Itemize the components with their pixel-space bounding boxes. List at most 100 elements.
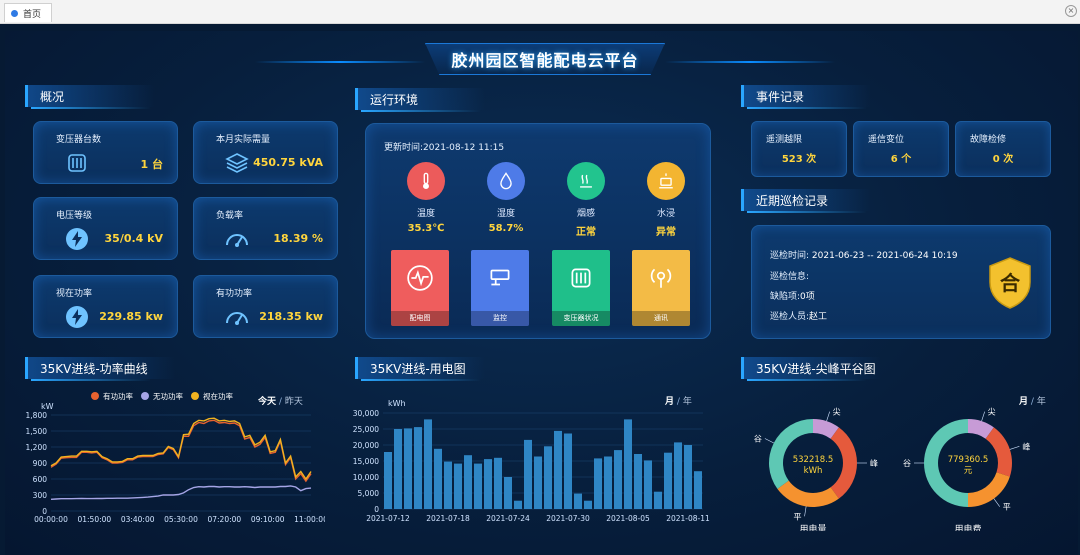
bar [464, 455, 472, 509]
overview-card-label: 变压器台数 [56, 135, 102, 145]
y-axis-label: kW [41, 402, 54, 411]
bar [624, 419, 632, 509]
overview-card-value: 229.85 kw [99, 310, 163, 323]
env-updated-time: 更新时间:2021-08-12 11:15 [384, 143, 505, 153]
bar [434, 448, 442, 509]
overview-card: 本月实际需量 450.75 kVA [193, 121, 338, 184]
bar [644, 460, 652, 509]
y-tick-label: 30,000 [353, 409, 379, 418]
y-tick-label: 20,000 [353, 441, 379, 450]
close-icon[interactable]: × [1065, 5, 1077, 17]
bar [454, 463, 462, 509]
pie-leader-line [764, 438, 774, 444]
overview-card-label: 视在功率 [56, 289, 93, 299]
event-label: 遥信变位 [868, 135, 905, 145]
bar [484, 459, 492, 509]
tile-label: 变压器状况 [552, 311, 610, 326]
overview-card: 电压等级 35/0.4 kV [33, 197, 178, 260]
inspection-time: 巡检时间: 2021-06-23 -- 2021-06-24 10:19 [770, 248, 958, 261]
overview-card: 负载率 18.39 % [193, 197, 338, 260]
overview-card-value: 18.39 % [273, 232, 323, 245]
tile-3[interactable]: 通讯 [632, 250, 690, 326]
sensor-item: 温度 35.3℃ [396, 162, 456, 234]
section-overview-title: 概况 [25, 85, 155, 109]
inspection-panel: 巡检时间: 2021-06-23 -- 2021-06-24 10:19 巡检信… [751, 225, 1051, 339]
bar [684, 445, 692, 509]
pie-slice-label: 峰 [870, 458, 878, 468]
header-line-left [255, 61, 425, 63]
y-tick-label: 1,800 [26, 411, 48, 420]
section-peak-title: 35KV进线-尖峰平谷图 [741, 357, 881, 381]
pie-slice-label: 峰 [1022, 441, 1030, 451]
pass-badge-icon: 合 [989, 257, 1031, 309]
bar [424, 419, 432, 509]
inspection-person-value: 赵工 [809, 312, 828, 322]
overview-card: 视在功率 229.85 kw [33, 275, 178, 338]
tile-0[interactable]: 配电图 [391, 250, 449, 326]
tile-1[interactable]: 监控 [471, 250, 529, 326]
overview-card-value: 218.35 kw [259, 310, 323, 323]
section-inspection-title: 近期巡检记录 [741, 189, 871, 213]
x-tick-label: 00:00:00 [34, 515, 68, 524]
header: 胶州园区智能配电云平台 [425, 43, 665, 79]
pass-badge-text: 合 [1000, 271, 1021, 295]
section-usage-title: 35KV进线-用电图 [355, 357, 485, 381]
thermometer-icon [407, 162, 445, 200]
overview-card: 有功功率 218.35 kw [193, 275, 338, 338]
droplet-icon [487, 162, 525, 200]
y-tick-label: 5,000 [358, 489, 380, 498]
sensor-item: 湿度 58.7% [476, 162, 536, 234]
overview-card-label: 电压等级 [56, 211, 93, 221]
section-env-title: 运行环境 [355, 88, 485, 112]
inspection-person: 巡检人员:赵工 [770, 309, 827, 322]
bar [634, 454, 642, 509]
bar [404, 428, 412, 509]
overview-card: 变压器台数 1 台 [33, 121, 178, 184]
inspection-defect-value: 0项 [800, 292, 815, 302]
dashboard-screen: 胶州园区智能配电云平台 概况 变压器台数 1 台 本月实际需量 450.75 kVA 电… [5, 31, 1078, 555]
header-line-right [665, 61, 835, 63]
event-label: 故障检修 [970, 135, 1007, 145]
pie-center-unit: kWh [804, 466, 823, 476]
pie-center-value: 779360.5 [948, 455, 989, 465]
section-events-title: 事件记录 [741, 85, 871, 109]
bar [554, 430, 562, 509]
overview-card-label: 有功功率 [216, 289, 253, 299]
event-card: 故障检修 0 次 [955, 121, 1051, 177]
peak-pie-charts: 尖峰平 谷 532218.5kWh 用电量 尖峰平 谷 779360.5元用电费 [754, 407, 1030, 531]
bar [654, 491, 662, 509]
page-title: 胶州园区智能配电云平台 [451, 51, 639, 70]
bar [394, 429, 402, 509]
y-tick-label: 1,500 [26, 427, 48, 436]
y-tick-label: 1,200 [26, 443, 48, 452]
tile-label: 配电图 [391, 311, 449, 326]
bar [694, 471, 702, 509]
x-tick-label: 05:30:00 [164, 515, 198, 524]
env-panel: 更新时间:2021-08-12 11:15 温度 35.3℃ 湿度 58.7% 烟感 正常… [365, 123, 711, 339]
transformer-icon [567, 264, 595, 292]
pie-slice-label: 尖 [988, 407, 996, 417]
bar [614, 450, 622, 509]
bar [524, 439, 532, 509]
pie-slice [830, 427, 857, 499]
sensor-label: 温度 [416, 209, 435, 219]
legend-marker [91, 392, 99, 400]
overview-card-label: 本月实际需量 [216, 135, 271, 145]
pie-title: 用电量 [799, 523, 826, 531]
pie-slice-label: 谷 [754, 434, 762, 443]
series-line-1 [50, 485, 312, 500]
legend-label: 视在功率 [203, 391, 233, 401]
pie-slice-label: 平 [1003, 503, 1011, 512]
y-tick-label: 900 [33, 459, 48, 468]
pie-slice [985, 427, 1012, 477]
legend-label: 有功功率 [103, 391, 133, 401]
bar [664, 452, 672, 509]
pie-slice-label: 谷 [903, 459, 911, 468]
bar [564, 433, 572, 509]
bar [474, 463, 482, 509]
tile-2[interactable]: 变压器状况 [552, 250, 610, 326]
bar [504, 477, 512, 509]
pie-leader-line [826, 411, 830, 422]
tab-home[interactable]: 首页 [4, 3, 52, 22]
event-card: 遥信变位 6 个 [853, 121, 949, 177]
